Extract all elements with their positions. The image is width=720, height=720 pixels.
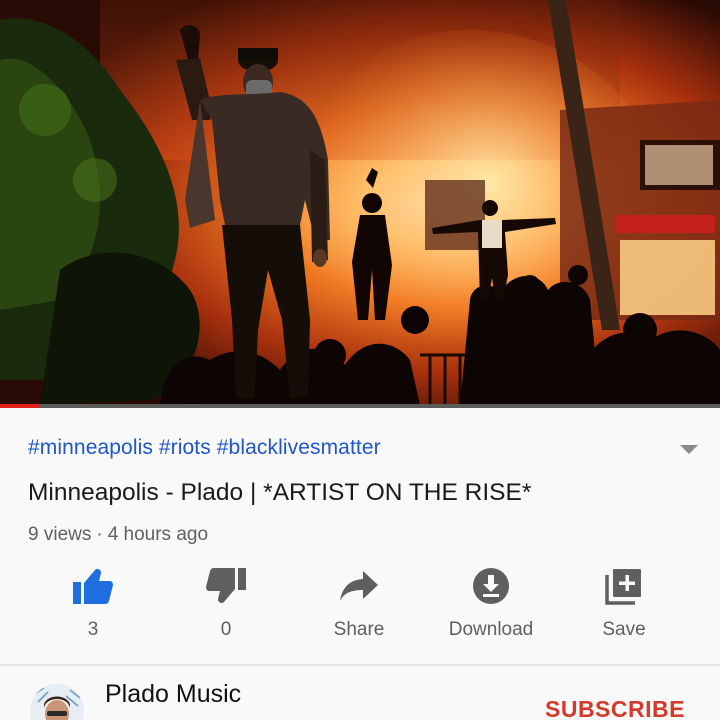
expand-description-icon[interactable] [680,445,698,454]
meta-separator: · [96,524,103,545]
download-button[interactable]: Download [426,566,556,646]
share-button[interactable]: Share [294,566,424,646]
video-meta: 9 views · 4 hours ago [28,524,208,546]
download-icon [471,566,511,606]
share-label: Share [333,619,385,640]
thumbs-down-icon [206,566,246,606]
video-watch-page: #minneapolis #riots #blacklivesmatter Mi… [0,0,720,720]
channel-row: Plado Music SUBSCRIBE [0,666,720,720]
video-title: Minneapolis - Plado | *ARTIST ON THE RIS… [28,479,532,506]
dislike-count: 0 [220,619,232,640]
save-button[interactable]: Save [559,566,689,646]
download-label: Download [448,619,534,640]
save-label: Save [602,619,646,640]
video-player[interactable] [0,0,720,405]
dislike-button[interactable]: 0 [161,566,291,646]
save-icon [604,566,644,606]
share-icon [339,566,379,606]
channel-name[interactable]: Plado Music [105,680,241,709]
video-actions-bar: 3 0 Share Download Save [0,566,720,646]
like-button[interactable]: 3 [28,566,158,646]
subscribe-button[interactable]: SUBSCRIBE [545,696,685,720]
video-info-panel: #minneapolis #riots #blacklivesmatter Mi… [0,408,720,720]
thumbs-up-icon [73,566,113,606]
view-count: 9 views [28,524,92,545]
upload-age: 4 hours ago [107,524,209,545]
like-count: 3 [87,619,99,640]
channel-avatar[interactable] [30,684,84,720]
hashtag-links[interactable]: #minneapolis #riots #blacklivesmatter [28,436,381,460]
video-frame [0,0,720,405]
